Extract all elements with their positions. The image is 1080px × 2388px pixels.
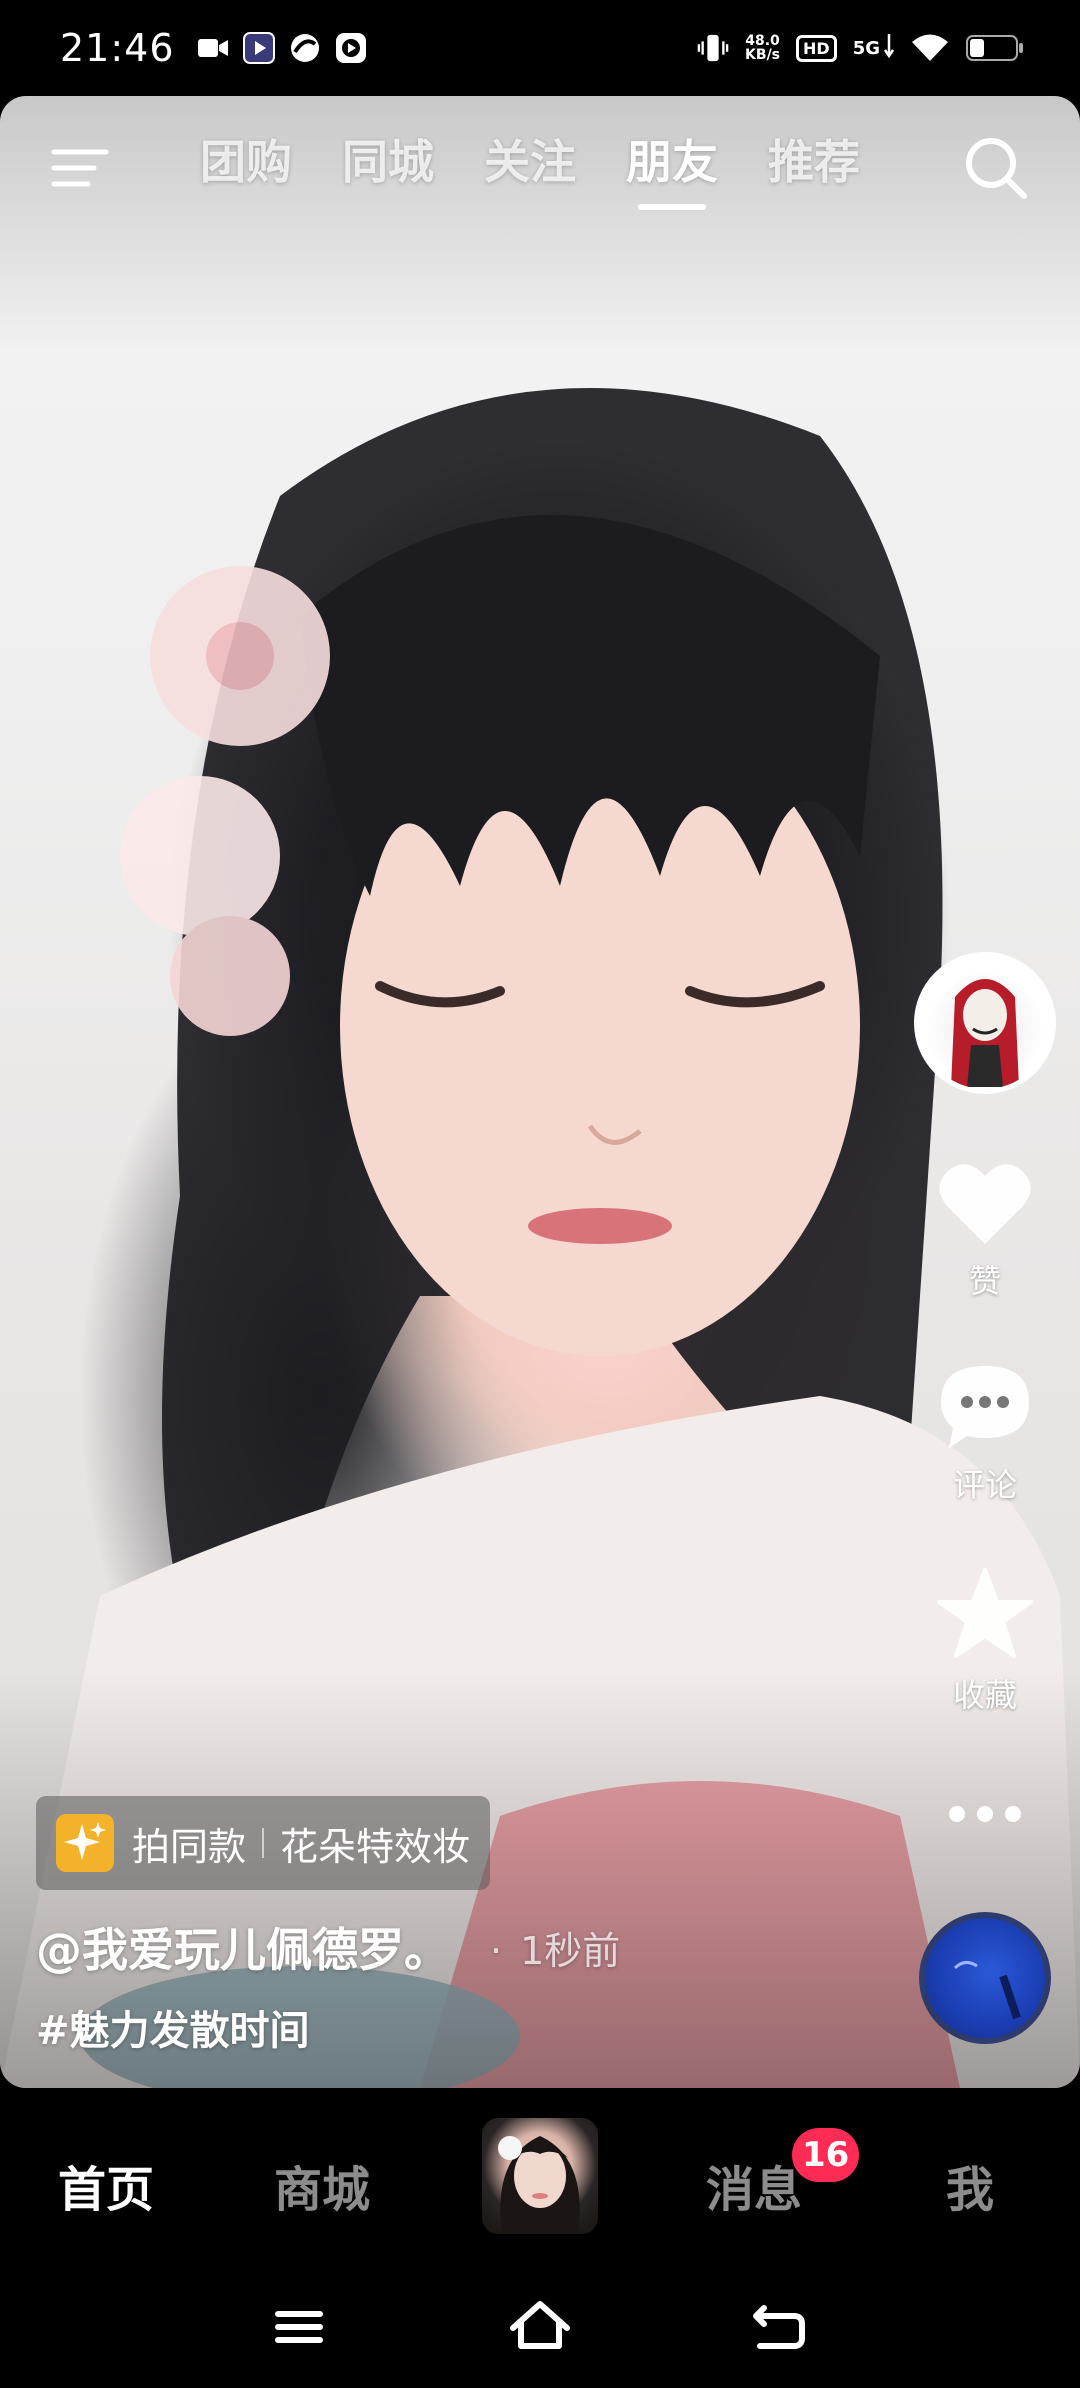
video-camera-icon	[197, 32, 229, 64]
more-dot	[949, 1806, 965, 1822]
more-dot	[1005, 1806, 1021, 1822]
tab-recommended[interactable]: 推荐	[768, 126, 860, 210]
hashtag[interactable]: #魅力发散时间	[36, 1998, 310, 2056]
author-name[interactable]: @我爱玩儿佩德罗。	[36, 1914, 450, 1980]
status-bar: 21:46 48.0 KB/s HD 5G	[0, 0, 1080, 96]
tab-me[interactable]: 我	[946, 2150, 994, 2220]
tab-home[interactable]: 首页	[58, 2150, 154, 2220]
create-avatar-button[interactable]	[482, 2118, 598, 2234]
favorite-action[interactable]: 收藏	[935, 1566, 1035, 1716]
browser-app-icon	[289, 32, 321, 64]
effect-name: 花朵特效妆	[280, 1824, 471, 1869]
signal-icon	[884, 32, 894, 64]
recent-apps-icon[interactable]	[264, 2292, 334, 2362]
notification-icons	[197, 32, 367, 64]
more-icon[interactable]	[949, 1806, 1021, 1822]
like-action[interactable]: 赞	[937, 1160, 1033, 1302]
home-icon[interactable]	[505, 2292, 575, 2362]
tab-messages[interactable]: 消息	[706, 2150, 802, 2220]
app-screen: 21:46 48.0 KB/s HD 5G 团购 同城 关注 朋友 推荐 赞 评…	[0, 0, 1080, 2388]
effect-divider	[262, 1828, 265, 1858]
vibrate-icon	[697, 32, 729, 64]
net-speed-unit: KB/s	[745, 47, 781, 63]
status-time: 21:46	[60, 26, 175, 70]
battery-icon	[966, 32, 1024, 64]
back-icon[interactable]	[744, 2292, 814, 2362]
sparkle-icon	[56, 1814, 114, 1872]
comment-label: 评论	[952, 1466, 1017, 1504]
author-line: @我爱玩儿佩德罗。 1秒前	[36, 1914, 620, 1980]
status-right: 48.0 KB/s HD 5G	[697, 32, 1024, 64]
network-type: 5G	[852, 37, 880, 59]
tab-following[interactable]: 关注	[484, 126, 576, 210]
net-speed-value: 48.0	[745, 33, 780, 49]
like-label: 赞	[968, 1262, 1001, 1300]
comment-icon	[941, 1366, 1029, 1448]
search-icon[interactable]	[960, 132, 1032, 204]
menu-icon[interactable]	[48, 136, 112, 200]
tab-group-buy[interactable]: 团购	[200, 126, 292, 210]
effect-action: 拍同款	[132, 1824, 247, 1869]
top-navigation: 团购 同城 关注 朋友 推荐	[0, 96, 1080, 236]
favorite-label: 收藏	[952, 1676, 1017, 1714]
feed-tabs: 团购 同城 关注 朋友 推荐	[200, 126, 860, 210]
hd-badge: HD	[796, 34, 837, 62]
net-speed: 48.0 KB/s	[745, 34, 780, 62]
media-app-icon	[335, 32, 367, 64]
music-disc-icon[interactable]	[919, 1912, 1051, 2044]
effect-chip[interactable]: 拍同款 花朵特效妆	[36, 1796, 491, 1890]
action-column: 赞 评论 收藏	[910, 952, 1060, 2044]
bottom-tab-bar: 首页 商城 消息 16 我	[0, 2088, 1080, 2268]
star-icon	[937, 1568, 1033, 1658]
more-dot	[977, 1806, 993, 1822]
tab-friends[interactable]: 朋友	[626, 126, 718, 210]
messages-badge: 16	[792, 2128, 860, 2182]
tab-nearby[interactable]: 同城	[342, 126, 434, 210]
post-time: 1秒前	[490, 1920, 620, 1975]
system-navigation	[0, 2268, 1080, 2388]
player-app-icon	[242, 32, 275, 64]
tab-mall[interactable]: 商城	[274, 2150, 370, 2220]
comment-action[interactable]: 评论	[937, 1362, 1033, 1506]
wifi-icon	[910, 32, 950, 64]
creator-avatar[interactable]	[914, 952, 1056, 1094]
heart-icon	[939, 1164, 1031, 1244]
